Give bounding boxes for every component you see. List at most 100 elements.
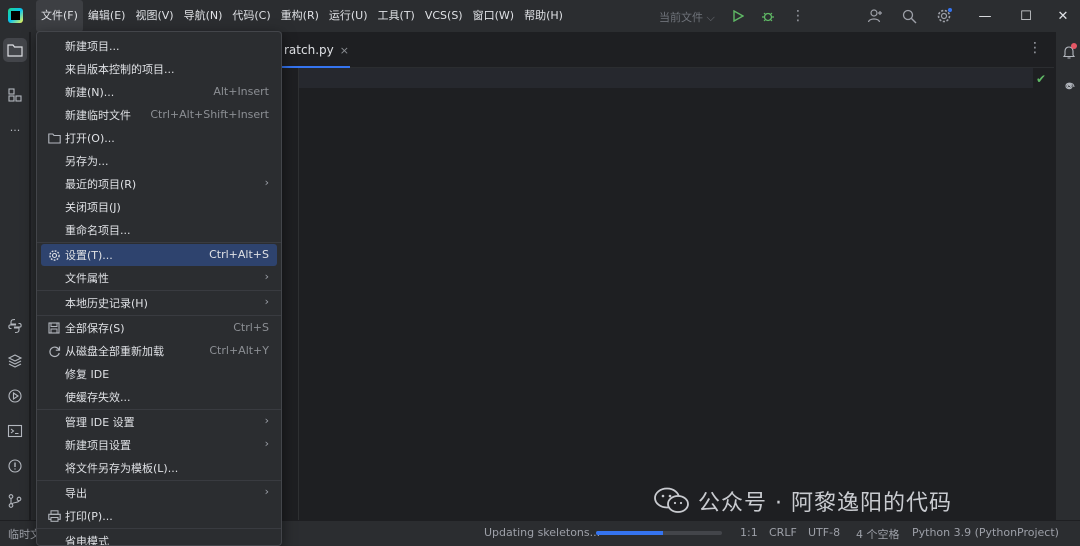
reload-icon	[46, 343, 62, 359]
menu-item-new-project[interactable]: 新建项目...	[41, 35, 277, 57]
terminal-icon[interactable]	[3, 419, 27, 443]
more-actions-icon[interactable]: ⋮	[788, 6, 808, 26]
menu-vcs[interactable]: VCS(S)	[420, 0, 468, 32]
menu-item-invalidate-caches[interactable]: 使缓存失效...	[41, 386, 277, 408]
menu-item-label: 打开(O)...	[65, 132, 115, 145]
menu-item-project-from-vcs[interactable]: 来自版本控制的项目...	[41, 58, 277, 80]
menu-item-label: 设置(T)...	[65, 249, 113, 262]
ai-assistant-spiral-icon[interactable]	[1057, 74, 1080, 98]
menu-item-export[interactable]: 导出 ›	[41, 482, 277, 504]
python-console-icon[interactable]	[3, 314, 27, 338]
file-encoding[interactable]: UTF-8	[808, 526, 840, 539]
menu-item-close-project[interactable]: 关闭项目(J)	[41, 196, 277, 218]
menu-tools[interactable]: 工具(T)	[373, 0, 420, 32]
menu-help[interactable]: 帮助(H)	[519, 0, 568, 32]
debug-icon[interactable]	[758, 6, 778, 26]
menu-navigate[interactable]: 导航(N)	[179, 0, 228, 32]
menu-item-shortcut: Ctrl+Alt+Y	[209, 344, 269, 357]
menu-item-open[interactable]: 打开(O)...	[41, 127, 277, 149]
menu-item-print[interactable]: 打印(P)...	[41, 505, 277, 527]
add-user-icon[interactable]	[865, 6, 885, 26]
file-menu-dropdown: 新建项目... 来自版本控制的项目... 新建(N)... Alt+Insert …	[36, 31, 282, 546]
editor-tab-bar: ratch.py × ⋮	[282, 32, 1054, 69]
menu-item-rename-project[interactable]: 重命名项目...	[41, 219, 277, 241]
menu-item-save-all[interactable]: 全部保存(S) Ctrl+S	[41, 317, 277, 339]
folder-icon	[46, 130, 62, 146]
editor-tab-label: ratch.py	[284, 43, 334, 57]
problems-icon[interactable]	[3, 454, 27, 478]
menu-item-file-properties[interactable]: 文件属性 ›	[41, 267, 277, 289]
right-tool-strip	[1055, 32, 1080, 520]
menu-item-label: 关闭项目(J)	[65, 201, 121, 214]
menu-item-repair-ide[interactable]: 修复 IDE	[41, 363, 277, 385]
structure-icon[interactable]	[3, 83, 27, 107]
menu-item-label: 重命名项目...	[65, 224, 131, 237]
editor-tab-scratch[interactable]: ratch.py ×	[282, 32, 355, 69]
menu-item-manage-ide-settings[interactable]: 管理 IDE 设置 ›	[41, 411, 277, 433]
menu-file[interactable]: 文件(F)	[36, 0, 83, 32]
menu-item-save-as-template[interactable]: 将文件另存为模板(L)...	[41, 457, 277, 479]
menu-code[interactable]: 代码(C)	[227, 0, 275, 32]
menu-run[interactable]: 运行(U)	[324, 0, 373, 32]
python-interpreter[interactable]: Python 3.9 (PythonProject)	[912, 526, 1059, 539]
gear-icon	[46, 247, 62, 263]
main-menubar: 文件(F) 编辑(E) 视图(V) 导航(N) 代码(C) 重构(R) 运行(U…	[36, 0, 568, 32]
menu-item-label: 文件属性	[65, 272, 109, 285]
menu-item-label: 导出	[65, 487, 87, 500]
submenu-arrow-icon: ›	[264, 414, 269, 427]
tab-close-icon[interactable]: ×	[340, 44, 349, 57]
menu-refactor[interactable]: 重构(R)	[276, 0, 324, 32]
search-icon[interactable]	[899, 6, 919, 26]
git-icon[interactable]	[3, 489, 27, 513]
caret-position[interactable]: 1:1	[740, 526, 758, 539]
menu-item-power-save-mode[interactable]: 省电模式	[41, 530, 277, 545]
inspection-ok-check-icon[interactable]: ✔	[1036, 72, 1046, 86]
minimize-button[interactable]: —	[962, 0, 1008, 32]
services-icon[interactable]	[3, 384, 27, 408]
menu-item-label: 管理 IDE 设置	[65, 416, 135, 429]
indent-setting[interactable]: 4 个空格	[856, 526, 900, 542]
menu-item-new[interactable]: 新建(N)... Alt+Insert	[41, 81, 277, 103]
menu-separator	[37, 290, 281, 291]
menu-item-shortcut: Ctrl+S	[233, 321, 269, 334]
tabs-more-icon[interactable]: ⋮	[1028, 40, 1042, 56]
current-line-highlight	[299, 68, 1033, 88]
menu-item-settings[interactable]: 设置(T)... Ctrl+Alt+S	[41, 244, 277, 266]
line-separator[interactable]: CRLF	[769, 526, 797, 539]
menu-item-label: 新建(N)...	[65, 86, 115, 99]
ide-settings-gear-icon[interactable]	[934, 6, 954, 26]
menu-item-save-as[interactable]: 另存为...	[41, 150, 277, 172]
pycharm-logo-icon	[8, 8, 23, 23]
print-icon	[46, 508, 62, 524]
menu-item-reload-all-from-disk[interactable]: 从磁盘全部重新加载 Ctrl+Alt+Y	[41, 340, 277, 362]
menu-edit[interactable]: 编辑(E)	[83, 0, 131, 32]
menu-separator	[37, 528, 281, 529]
run-configuration-selector[interactable]: 当前文件 ⌵	[659, 9, 715, 25]
menu-separator	[37, 242, 281, 243]
menu-view[interactable]: 视图(V)	[130, 0, 178, 32]
menu-separator	[37, 480, 281, 481]
watermark-text: 公众号 · 阿黎逸阳的代码	[698, 491, 952, 516]
menu-separator	[37, 315, 281, 316]
close-window-button[interactable]: ✕	[1040, 0, 1080, 32]
menu-window[interactable]: 窗口(W)	[468, 0, 519, 32]
run-icon[interactable]	[728, 6, 748, 26]
menu-item-shortcut: Alt+Insert	[213, 85, 269, 98]
background-task-label[interactable]: Updating skeletons...	[484, 526, 600, 539]
python-packages-icon[interactable]	[3, 349, 27, 373]
submenu-arrow-icon: ›	[264, 437, 269, 450]
menu-item-new-project-setup[interactable]: 新建项目设置 ›	[41, 434, 277, 456]
code-editor[interactable]: ✔	[282, 68, 1054, 520]
menu-item-label: 新建项目...	[65, 40, 120, 53]
project-folder-icon[interactable]	[3, 38, 27, 62]
menu-item-new-scratch-file[interactable]: 新建临时文件 Ctrl+Alt+Shift+Insert	[41, 104, 277, 126]
menu-item-recent-projects[interactable]: 最近的项目(R) ›	[41, 173, 277, 195]
menu-item-label: 新建临时文件	[65, 109, 131, 122]
progress-fill	[596, 531, 663, 535]
menu-item-local-history[interactable]: 本地历史记录(H) ›	[41, 292, 277, 314]
menu-item-label: 本地历史记录(H)	[65, 297, 148, 310]
wechat-watermark: 公众号 · 阿黎逸阳的代码	[654, 485, 952, 517]
more-tool-windows-icon[interactable]: ···	[3, 118, 27, 142]
menu-item-label: 来自版本控制的项目...	[65, 63, 175, 76]
menu-item-label: 打印(P)...	[65, 510, 113, 523]
